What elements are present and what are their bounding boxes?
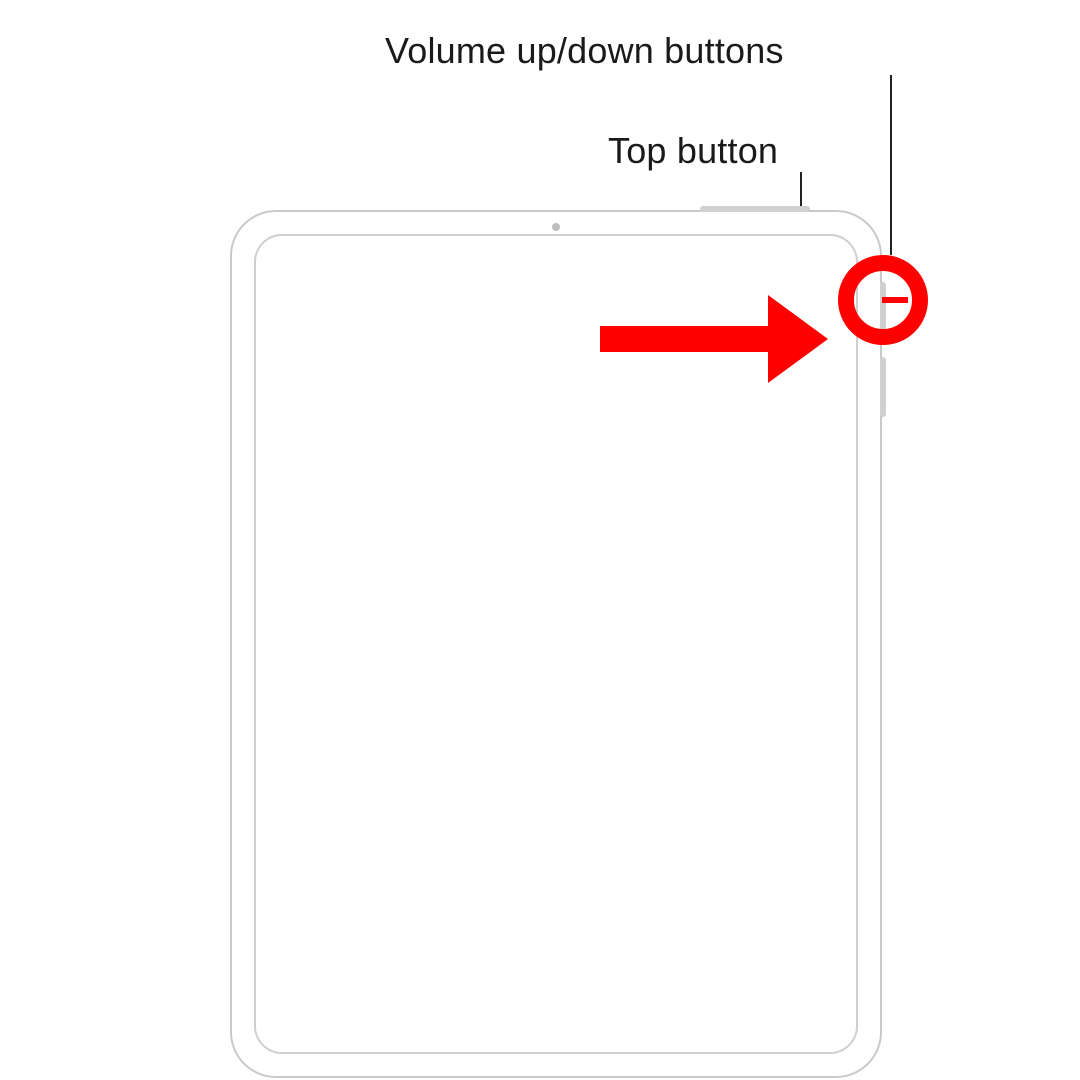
diagram-stage: Volume up/down buttons Top button <box>0 0 1080 1080</box>
ipad-volume-down-button <box>880 357 886 417</box>
arrow-head <box>768 295 828 383</box>
highlight-ring-tick <box>882 297 908 303</box>
volume-buttons-label: Volume up/down buttons <box>385 30 784 72</box>
arrow-shaft <box>600 326 770 352</box>
top-button-label: Top button <box>608 130 778 172</box>
top-button-callout-line <box>800 172 802 208</box>
volume-callout-line <box>890 75 892 255</box>
ipad-front-camera <box>552 223 560 231</box>
ipad-top-button <box>700 206 810 212</box>
